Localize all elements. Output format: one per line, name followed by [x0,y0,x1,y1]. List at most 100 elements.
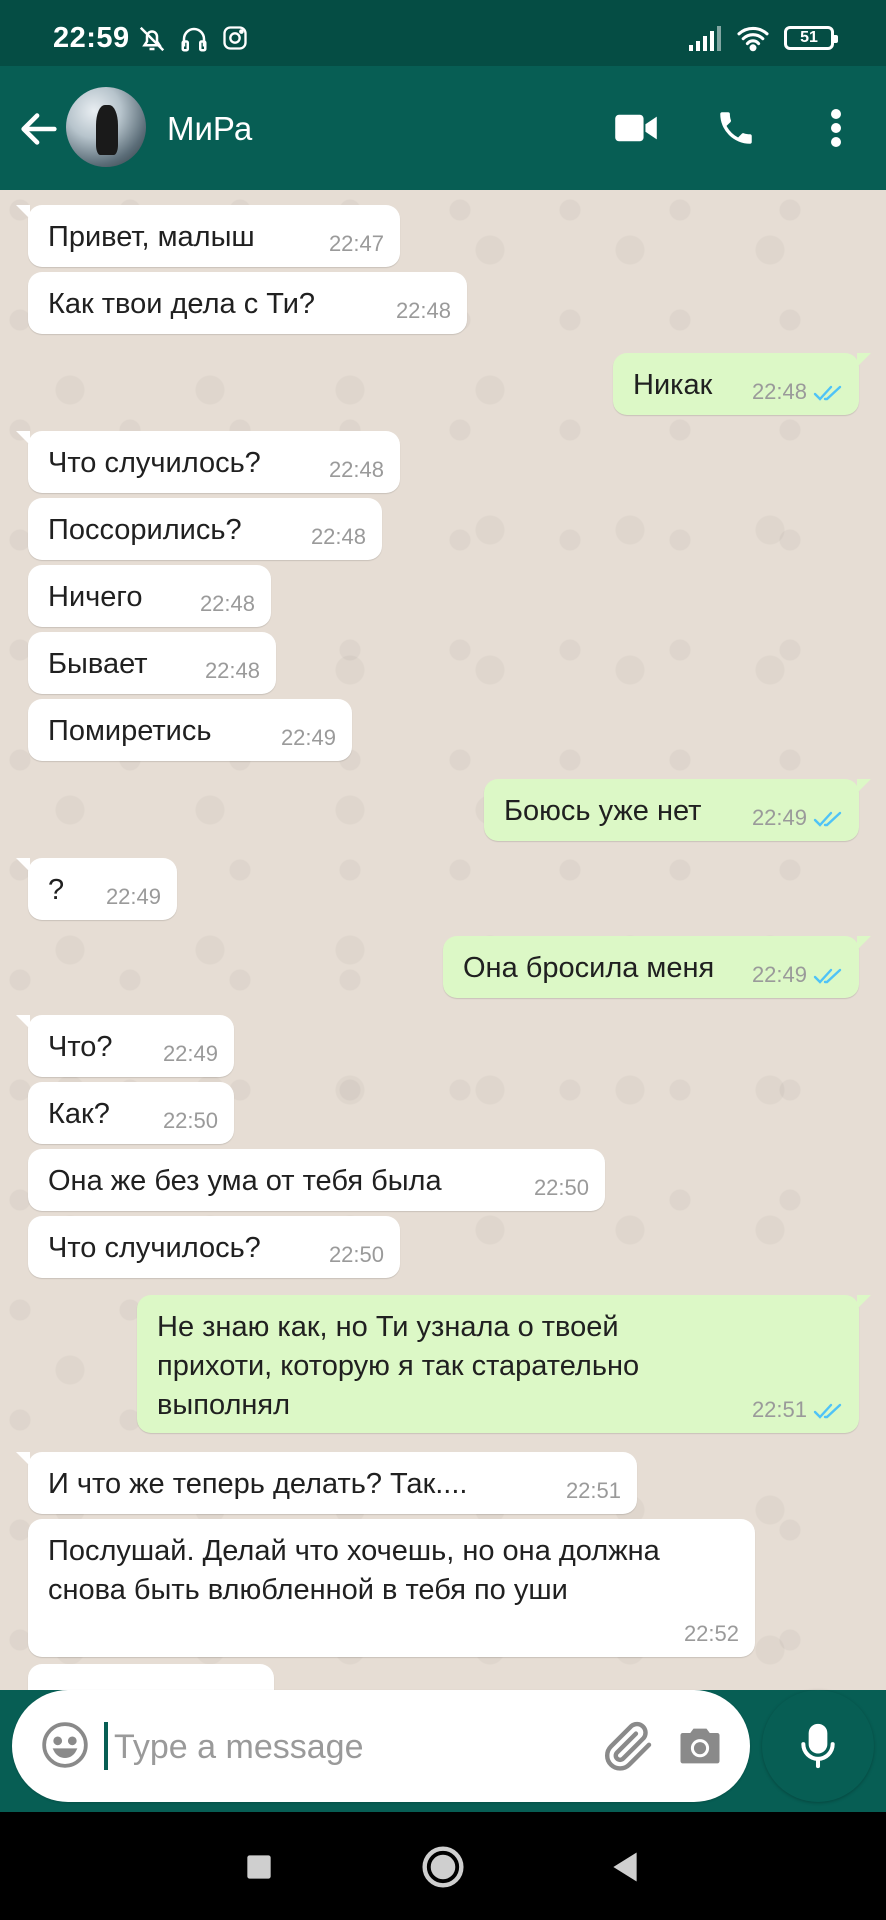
recents-button[interactable] [234,1842,284,1892]
text-cursor [104,1722,108,1770]
read-ticks-icon [813,968,842,984]
message-bubble[interactable]: Что? 22:49 [16,1015,234,1077]
message-time: 22:52 [683,1621,739,1646]
emoji-button[interactable] [40,1720,90,1770]
message-text: ? [48,874,65,906]
more-options-button[interactable] [808,100,864,156]
message-bubble[interactable]: Никак 22:48 [613,353,871,415]
read-ticks-icon [813,385,842,401]
message-bubble[interactable]: Боюсь уже нет 22:49 [484,779,871,841]
message-input[interactable] [112,1720,496,1774]
message-time: 22:50 [533,1175,589,1200]
message-time: 22:48 [310,524,366,549]
message-text: Как твои дела с Ти? [48,288,316,320]
message-bubble[interactable]: Как? 22:50 [28,1082,234,1144]
message-text: Помиретись [48,715,212,747]
message-time: 22:47 [328,231,384,256]
back-nav-button[interactable] [600,1842,650,1892]
message-time: 22:48 [199,591,255,616]
message-time: 22:50 [162,1108,218,1133]
message-text: Никак [633,369,713,401]
message-time: 22:49 [751,962,807,987]
message-text: Что случилось? [48,1232,261,1264]
video-call-icon [615,114,657,142]
back-arrow-icon [21,113,57,145]
chat-header: МиРа [0,66,886,190]
back-triangle-icon [613,1852,637,1882]
system-nav-bar [0,1812,886,1920]
message-text: Она же без ума от тебя была [48,1165,442,1197]
message-bubble[interactable]: Что случилось? 22:48 [16,431,400,493]
message-time: 22:51 [565,1478,621,1503]
message-text: Не знаю как, но Ти узнала о твоей прихот… [157,1311,640,1421]
phone-icon [720,112,752,144]
emoji-icon [42,1722,88,1768]
message-time: 22:48 [204,658,260,683]
message-time: 22:48 [395,298,451,323]
home-button[interactable] [418,1842,468,1892]
attach-icon [605,1721,652,1771]
more-vert-icon [831,109,841,147]
message-time: 22:50 [328,1242,384,1267]
headphones-icon [181,27,207,52]
message-text: Что? [48,1031,113,1063]
message-time: 22:49 [105,884,161,909]
message-text: Как? [48,1098,110,1130]
message-text: Она бросила меня [463,952,715,984]
message-text: Послушай. Делай что хочешь, но она должн… [48,1535,660,1606]
message-input-bar [12,1690,750,1802]
message-time: 22:49 [280,725,336,750]
back-button[interactable] [16,106,62,152]
message-bubble[interactable]: Бывает 22:48 [28,632,276,694]
message-bubble[interactable]: Ничего 22:48 [28,565,271,627]
message-time: 22:48 [751,379,807,404]
video-call-button[interactable] [608,100,664,156]
mic-button[interactable] [762,1690,874,1802]
contact-avatar[interactable] [66,87,146,167]
home-circle-icon [422,1846,464,1888]
message-text: Поссорились? [48,514,242,546]
recents-square-icon [247,1855,271,1879]
read-ticks-icon [813,1403,842,1419]
status-bar: 22:59 51 [0,0,886,66]
message-text: Ничего [48,581,143,613]
wifi-icon [737,26,769,52]
message-bubble[interactable]: Как твои дела с Ти? 22:48 [28,272,467,334]
camera-icon [680,1728,720,1764]
instagram-icon [223,26,247,50]
battery-level: 51 [800,29,818,46]
message-bubble[interactable]: Поссорились? 22:48 [28,498,382,560]
status-icons-right: 51 [688,24,838,52]
battery-icon: 51 [784,26,838,50]
message-time: 22:48 [328,457,384,482]
camera-button[interactable] [674,1720,726,1772]
message-text: Боюсь уже нет [504,795,702,827]
message-text: И что же теперь делать? Так.... [48,1468,468,1500]
message-bubble[interactable]: Помиретись 22:49 [28,699,352,761]
message-time: 22:51 [751,1397,807,1422]
message-time: 22:49 [751,805,807,830]
message-bubble[interactable]: Привет, малыш 22:47 [16,205,400,267]
message-bubble-partial[interactable] [28,1664,274,1690]
message-bubble[interactable]: Не знаю как, но Ти узнала о твоей прихот… [137,1295,871,1433]
message-text: Бывает [48,648,148,680]
mute-bell-icon [139,26,165,52]
message-bubble[interactable]: Послушай. Делай что хочешь, но она должн… [28,1519,755,1657]
message-text: Привет, малыш [48,221,255,253]
message-time: 22:49 [162,1041,218,1066]
mic-icon [801,1723,835,1769]
message-bubble[interactable]: Что случилось? 22:50 [28,1216,400,1278]
signal-icon [689,26,721,51]
read-ticks-icon [813,811,842,827]
message-bubble[interactable]: И что же теперь делать? Так.... 22:51 [16,1452,637,1514]
status-icons-left [137,24,249,54]
message-text: Что случилось? [48,447,261,479]
message-bubble[interactable]: ? 22:49 [16,858,177,920]
contact-name[interactable]: МиРа [167,110,252,148]
chat-area[interactable]: Привет, малыш 22:47 Как твои дела с Ти? … [0,190,886,1690]
status-time: 22:59 [53,22,130,54]
voice-call-button[interactable] [708,100,764,156]
attach-button[interactable] [600,1718,656,1774]
message-bubble[interactable]: Она бросила меня 22:49 [443,936,871,998]
message-bubble[interactable]: Она же без ума от тебя была 22:50 [28,1149,605,1211]
